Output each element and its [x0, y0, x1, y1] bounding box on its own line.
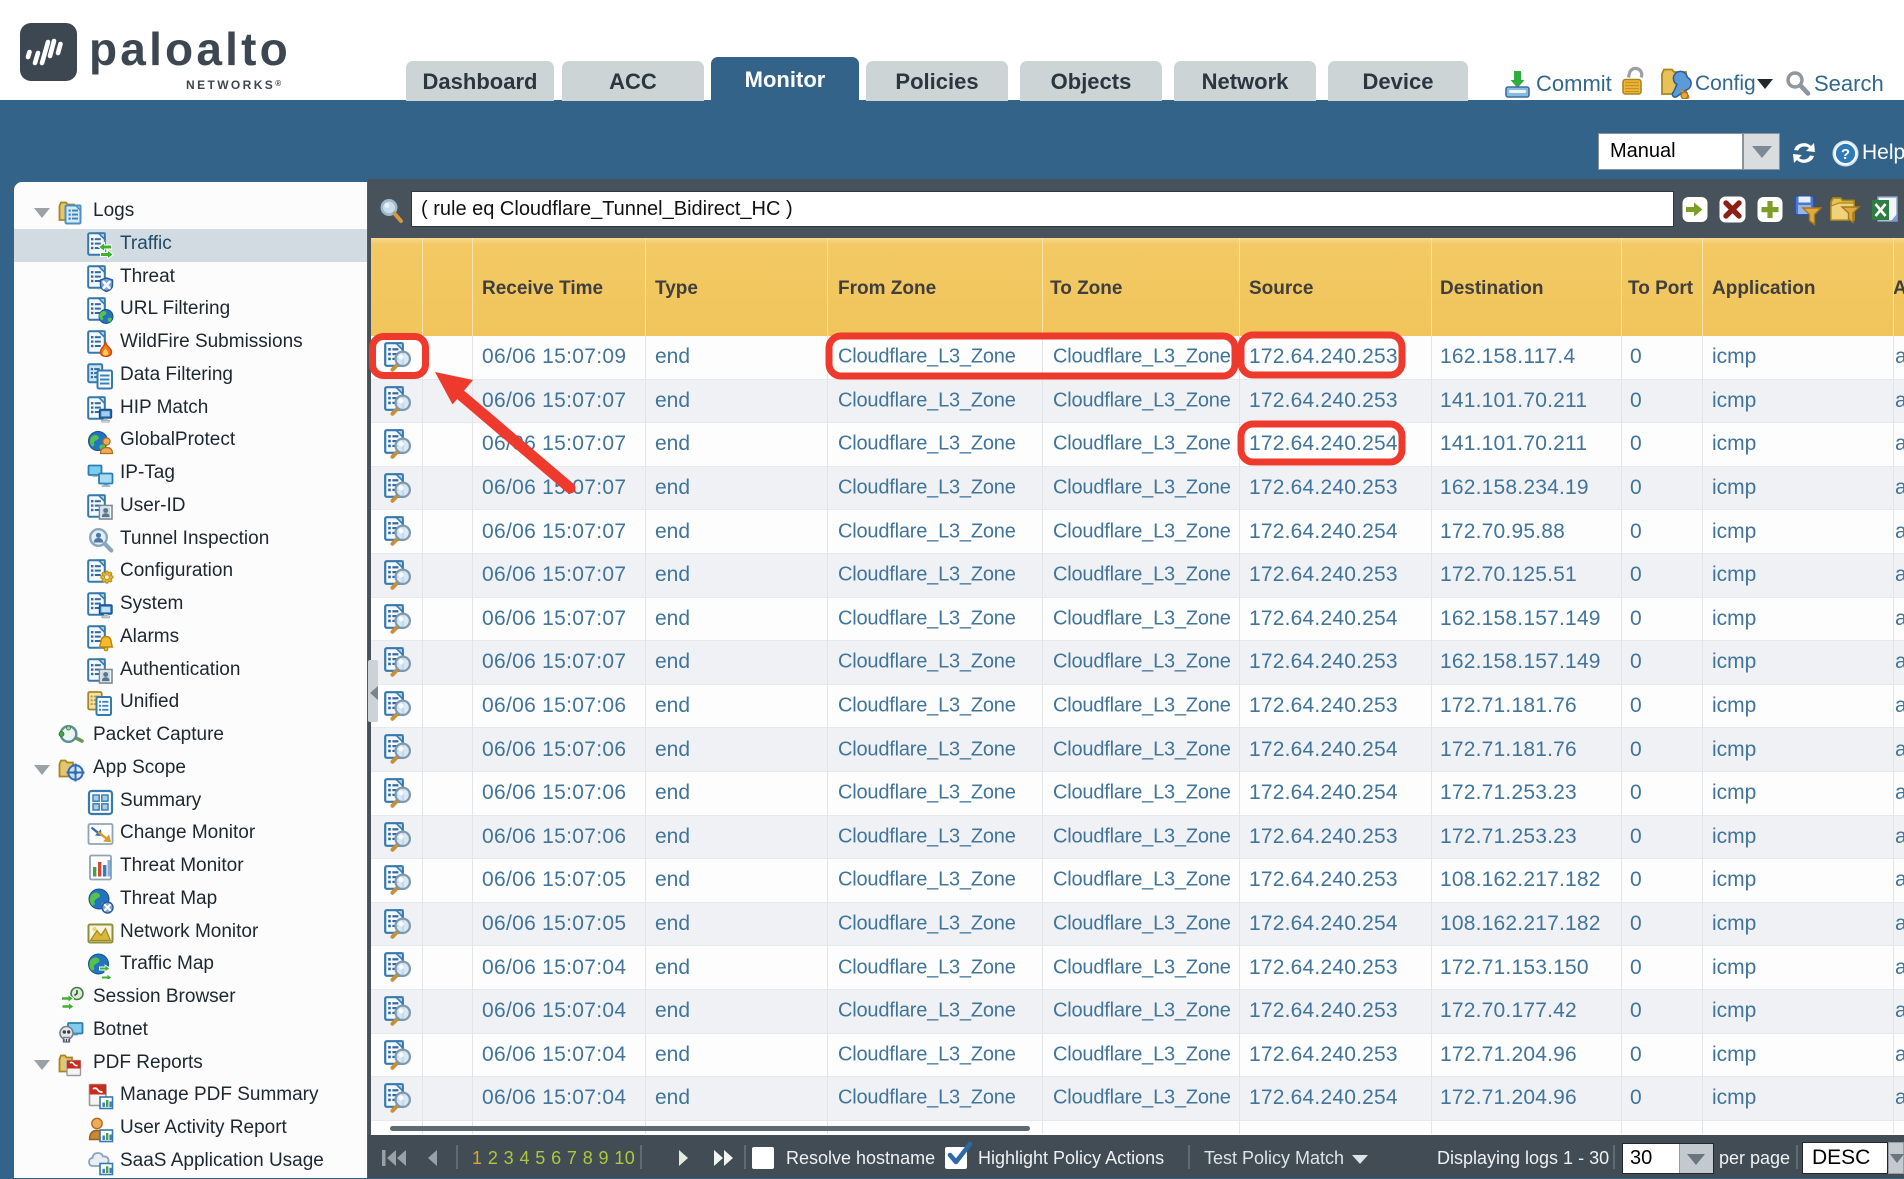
svg-text:?: ? — [1841, 146, 1850, 163]
